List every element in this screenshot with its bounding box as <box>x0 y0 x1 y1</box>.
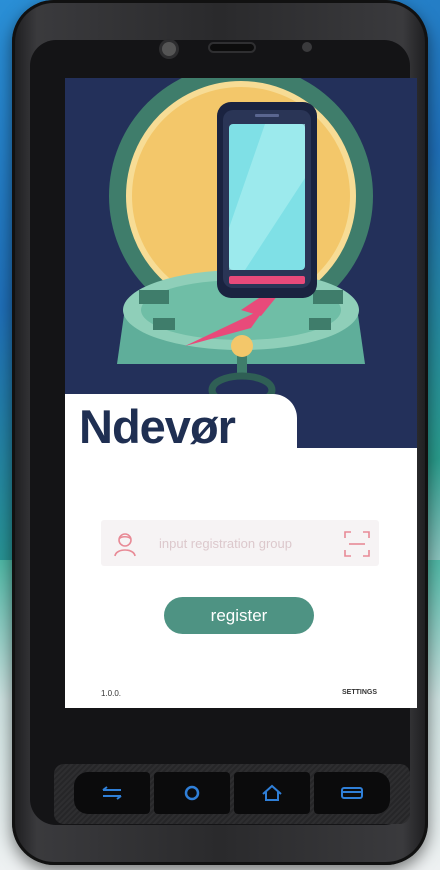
device-frame: Ndevør registe <box>12 0 428 865</box>
compass-phone-illustration <box>109 78 373 408</box>
switch-apps-icon <box>102 786 122 800</box>
front-camera <box>162 42 176 56</box>
content-area <box>65 448 417 708</box>
registration-group-field[interactable] <box>101 520 379 566</box>
switch-apps-button[interactable] <box>74 772 150 814</box>
app-logo: Ndevør <box>79 399 236 454</box>
register-button[interactable]: register <box>164 597 314 634</box>
app-screen: Ndevør registe <box>65 78 417 708</box>
circle-button[interactable] <box>154 772 230 814</box>
logo-text-end: r <box>217 400 236 453</box>
user-icon <box>111 530 139 563</box>
registration-group-input[interactable] <box>159 532 329 554</box>
menu-button[interactable] <box>314 772 390 814</box>
version-label: 1.0.0. <box>101 689 122 698</box>
settings-link[interactable]: SETTINGS <box>342 689 377 696</box>
home-button[interactable] <box>234 772 310 814</box>
proximity-sensor <box>302 42 312 52</box>
logo-text-start: Ndev <box>79 400 191 453</box>
hero-illustration <box>65 78 417 448</box>
barcode-scan-icon[interactable] <box>343 530 371 563</box>
navigation-bar <box>72 772 392 814</box>
earpiece-speaker <box>210 44 254 51</box>
home-icon <box>262 784 282 801</box>
logo-text-o: ø <box>189 400 219 453</box>
circle-icon <box>184 785 200 801</box>
menu-icon <box>341 787 363 799</box>
